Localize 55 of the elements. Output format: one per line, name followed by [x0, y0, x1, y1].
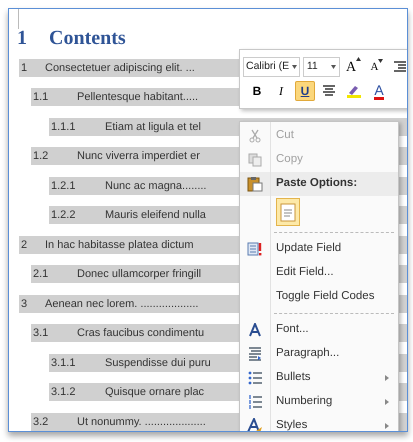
toc-title: Nunc ac magna........ — [105, 178, 206, 194]
grow-font-button[interactable]: A — [343, 57, 364, 77]
underline-button[interactable]: U — [295, 81, 315, 101]
toc-number: 2 — [20, 238, 28, 252]
dropdown-arrow-icon — [331, 65, 336, 69]
toc-title: Quisque ornare plac — [105, 385, 204, 400]
up-triangle-icon — [356, 56, 362, 60]
toc-number: 3.1.1 — [50, 356, 76, 370]
toc-title: In hac habitasse platea dictum — [45, 238, 194, 252]
toc-title: Etiam at ligula et tel — [105, 120, 201, 134]
keep-text-only-paste-button[interactable] — [276, 198, 300, 226]
clipboard-icon — [247, 176, 263, 192]
styles-icon — [247, 418, 263, 431]
submenu-arrow-icon — [384, 398, 390, 406]
copy-icon — [248, 153, 262, 167]
toc-title: Aenean nec lorem. ................... — [45, 296, 198, 312]
toc-title: Pellentesque habitant..... — [77, 90, 198, 105]
font-size-dropdown[interactable]: 11 — [302, 57, 340, 77]
down-triangle-icon — [378, 58, 384, 63]
contents-heading: 1 Contents — [16, 26, 127, 51]
toc-number: 3.1.2 — [50, 385, 76, 400]
submenu-arrow-icon — [384, 374, 390, 382]
toc-number: 1 — [20, 60, 28, 76]
toc-title: Donec ullamcorper fringill — [77, 267, 202, 282]
toc-title: Suspendisse dui puru — [105, 356, 211, 370]
highlighter-icon — [346, 84, 362, 98]
dropdown-arrow-icon — [292, 65, 297, 69]
toc-number: 1.2.2 — [50, 208, 76, 223]
toc-number: 1.2.1 — [50, 178, 76, 194]
toc-number: 1.1.1 — [50, 120, 76, 134]
clipboard-icon — [280, 202, 296, 222]
toc-number: 1.2 — [32, 149, 50, 164]
bullet-list-icon — [248, 371, 262, 385]
toc-number: 3.2 — [32, 414, 50, 430]
paragraph-icon — [248, 347, 262, 361]
toc-number: 3 — [20, 296, 28, 312]
toc-number: 1.1 — [32, 90, 50, 105]
indent-icon — [393, 61, 407, 73]
toc-number: 2.1 — [32, 267, 50, 282]
toc-number: 3.1 — [32, 326, 50, 341]
font-letter-icon — [248, 323, 262, 337]
font-name-dropdown[interactable]: Calibri (E — [243, 57, 300, 77]
menu-header: Paste Options: — [276, 176, 358, 192]
document-exclamation-icon — [247, 241, 263, 257]
menu-item[interactable]: Styles — [240, 414, 398, 431]
numbered-list-icon — [248, 395, 262, 409]
toc-title: Mauris eleifend nulla — [105, 208, 206, 223]
scissors-icon — [248, 129, 262, 143]
submenu-arrow-icon — [384, 422, 390, 430]
toc-title: Ut nonummy. .................... — [77, 414, 206, 430]
toc-title: Nunc viverra imperdiet er — [77, 149, 200, 164]
shrink-font-button[interactable]: A — [367, 57, 387, 77]
toc-title: Consectetuer adipiscing elit. ... — [45, 60, 195, 76]
align-center-icon — [322, 85, 336, 97]
toc-title: Cras faucibus condimentu — [77, 326, 204, 341]
